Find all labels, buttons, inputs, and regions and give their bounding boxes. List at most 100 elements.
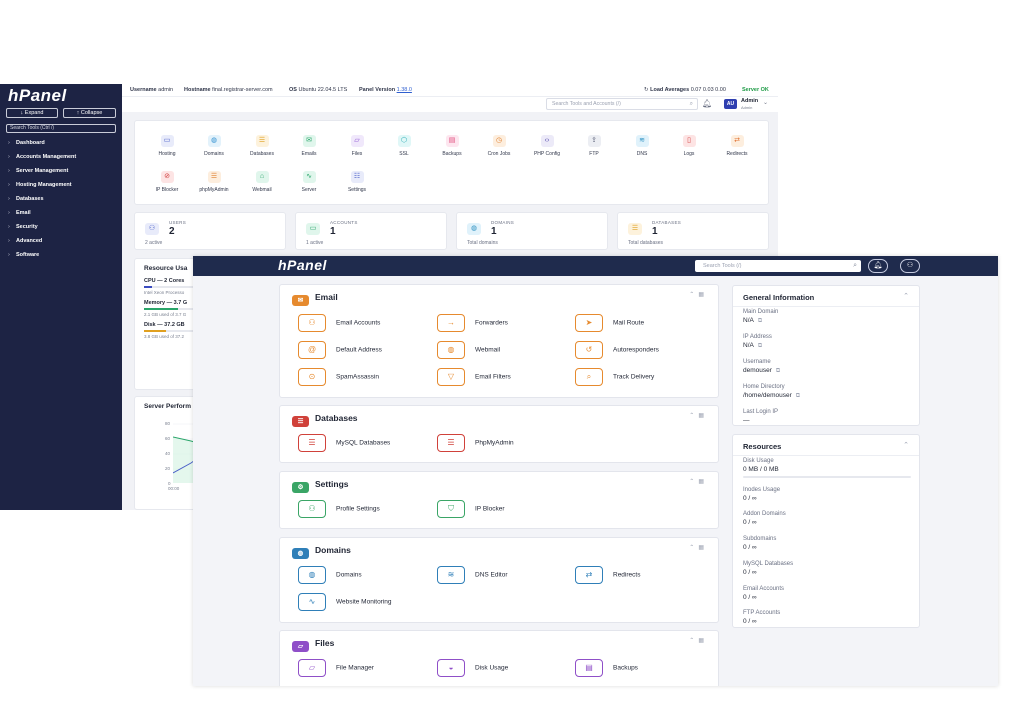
server-status-badge: Server OK <box>742 87 769 93</box>
item-autoresponders[interactable]: ↺ Autoresponders <box>575 341 659 359</box>
section-files-header[interactable]: ▱ Files <box>292 638 334 652</box>
item-phpmyadmin[interactable]: ☰ PhpMyAdmin <box>437 434 514 452</box>
user-menu-button[interactable]: ⚇ <box>900 259 920 273</box>
nav-software[interactable]: › Software <box>8 252 39 258</box>
item-webmail[interactable]: ◍ Webmail <box>437 341 500 359</box>
item-disk-usage[interactable]: ◒ Disk Usage <box>437 659 508 677</box>
chevron-down-icon[interactable]: ⌄ <box>763 99 768 106</box>
tool-redirects[interactable]: ⇄ Redirects <box>717 135 757 157</box>
tool-ssl[interactable]: ⬡ SSL <box>384 135 424 157</box>
chevron-up-icon[interactable]: ⌃ <box>903 292 909 300</box>
nav-hosting-management[interactable]: › Hosting Management <box>8 182 72 188</box>
item-mysql-databases[interactable]: ☰ MySQL Databases <box>298 434 390 452</box>
chevron-right-icon: › <box>8 182 10 188</box>
cp-search-input[interactable]: Search Tools (/) ⌕ <box>695 260 861 272</box>
section-databases-header[interactable]: ☰ Databases <box>292 413 358 427</box>
section-controls[interactable]: ⌃▦ <box>689 291 708 298</box>
tool-domains[interactable]: ◍ Domains <box>194 135 234 157</box>
admin-tools-search-input[interactable]: Search Tools and Accounts (/) ⌕ <box>546 98 698 110</box>
tool-logs[interactable]: ▯ Logs <box>669 135 709 157</box>
mail-icon: ✉ <box>292 295 309 306</box>
nav-security[interactable]: › Security <box>8 224 38 230</box>
folder-icon: ▱ <box>298 659 326 677</box>
tool-server[interactable]: ∿ Server <box>289 171 329 193</box>
item-spamassassin[interactable]: ⊙ SpamAssassin <box>298 368 379 386</box>
tool-php-config[interactable]: ‹› PHP Config <box>527 135 567 157</box>
nav-email[interactable]: › Email <box>8 210 31 216</box>
item-ip-blocker[interactable]: ⛉ IP Blocker <box>437 500 505 518</box>
notification-bell-button[interactable]: 🔔︎ <box>868 259 888 273</box>
mysql-databases-label: MySQL Databases <box>743 561 794 567</box>
hostname-info: Hostname final.registrar-server.com <box>184 87 273 93</box>
tool-settings[interactable]: ☷ Settings <box>337 171 377 193</box>
email-accounts-label: Email Accounts <box>743 586 785 592</box>
item-website-monitoring[interactable]: ∿ Website Monitoring <box>298 593 392 611</box>
item-profile-settings[interactable]: ⚇ Profile Settings <box>298 500 380 518</box>
collapse-button[interactable]: ↑ Collapse <box>63 108 116 118</box>
send-icon: ➤ <box>575 314 603 332</box>
admin-sidebar-search-input[interactable]: Search Tools (Ctrl /) <box>6 124 116 133</box>
cp-logo[interactable]: hPanel <box>278 257 327 273</box>
section-controls[interactable]: ⌃▦ <box>689 412 708 419</box>
subdomains-label: Subdomains <box>743 536 777 542</box>
tool-cron-jobs[interactable]: ◷ Cron Jobs <box>479 135 519 157</box>
disk-usage-bar <box>743 476 911 478</box>
last-login-ip-label: Last Login IP <box>743 409 779 415</box>
version-info: Panel Version 1.38.0 <box>359 87 412 93</box>
copy-icon[interactable]: ⧉ <box>796 393 800 399</box>
chevron-right-icon: › <box>8 210 10 216</box>
nav-server-management[interactable]: › Server Management <box>8 168 68 174</box>
bell-icon[interactable]: 🔔︎ <box>702 99 712 108</box>
tool-phpmyadmin[interactable]: ☰ phpMyAdmin <box>194 171 234 193</box>
nav-accounts-management[interactable]: › Accounts Management <box>8 154 76 160</box>
item-email-filters[interactable]: ▽ Email Filters <box>437 368 511 386</box>
at-icon: @ <box>298 341 326 359</box>
mail-icon: ✉ <box>302 135 316 147</box>
item-redirects[interactable]: ⇄ Redirects <box>575 566 640 584</box>
inodes-usage-value: 0 / ∞ <box>743 495 757 502</box>
item-mail-route[interactable]: ➤ Mail Route <box>575 314 644 332</box>
item-track-delivery[interactable]: ⌕ Track Delivery <box>575 368 654 386</box>
user-avatar[interactable]: AU <box>724 99 737 109</box>
expand-button[interactable]: ↓ Expand <box>6 108 58 118</box>
item-backups[interactable]: ▤ Backups <box>575 659 638 677</box>
admin-toolbar: Search Tools and Accounts (/) ⌕ 🔔︎ AU Adm… <box>122 96 778 112</box>
item-domains[interactable]: ◍ Domains <box>298 566 362 584</box>
item-default-address[interactable]: @ Default Address <box>298 341 382 359</box>
tool-hosting[interactable]: ▭ Hosting <box>147 135 187 157</box>
copy-icon[interactable]: ⧉ <box>776 368 780 374</box>
tool-emails[interactable]: ✉ Emails <box>289 135 329 157</box>
item-forwarders[interactable]: → Forwarders <box>437 314 508 332</box>
perf-time-label: 00:00 <box>168 486 180 491</box>
section-settings-header[interactable]: ⚙ Settings <box>292 479 349 493</box>
section-controls[interactable]: ⌃▦ <box>689 478 708 485</box>
tool-backups[interactable]: ▤ Backups <box>432 135 472 157</box>
item-dns-editor[interactable]: ≋ DNS Editor <box>437 566 508 584</box>
tool-dns[interactable]: ≋ DNS <box>622 135 662 157</box>
item-email-accounts[interactable]: ⚇ Email Accounts <box>298 314 380 332</box>
perf-tick: 80 <box>165 421 171 426</box>
tool-files[interactable]: ▱ Files <box>337 135 377 157</box>
nav-dashboard[interactable]: › Dashboard <box>8 140 45 146</box>
chevron-up-icon: ⌃ <box>689 479 699 485</box>
nav-databases[interactable]: › Databases <box>8 196 44 202</box>
nav-advanced[interactable]: › Advanced <box>8 238 42 244</box>
tool-databases[interactable]: ☰ Databases <box>242 135 282 157</box>
section-email-header[interactable]: ✉ Email <box>292 292 338 306</box>
section-controls[interactable]: ⌃▦ <box>689 544 708 551</box>
section-controls[interactable]: ⌃▦ <box>689 637 708 644</box>
item-file-manager[interactable]: ▱ File Manager <box>298 659 374 677</box>
tool-ftp[interactable]: ⇪ FTP <box>574 135 614 157</box>
tool-webmail[interactable]: ⌂ Webmail <box>242 171 282 193</box>
chevron-right-icon: › <box>8 224 10 230</box>
tool-ip-blocker[interactable]: ⊘ IP Blocker <box>147 171 187 193</box>
section-domains-header[interactable]: ◍ Domains <box>292 545 351 559</box>
section-files: ▱ Files ⌃▦ ▱ File Manager ◒ Disk Usage ▤ Bac… <box>279 630 719 686</box>
disk-label: Disk — 37.2 GB <box>144 322 185 328</box>
chevron-up-icon[interactable]: ⌃ <box>903 441 909 449</box>
copy-icon[interactable]: ⧉ <box>758 343 762 349</box>
resource-usage-title: Resource Usa <box>144 265 188 272</box>
server-icon: ▭ <box>160 135 174 147</box>
copy-icon[interactable]: ⧉ <box>758 318 762 324</box>
folder-icon: ▱ <box>350 135 364 147</box>
